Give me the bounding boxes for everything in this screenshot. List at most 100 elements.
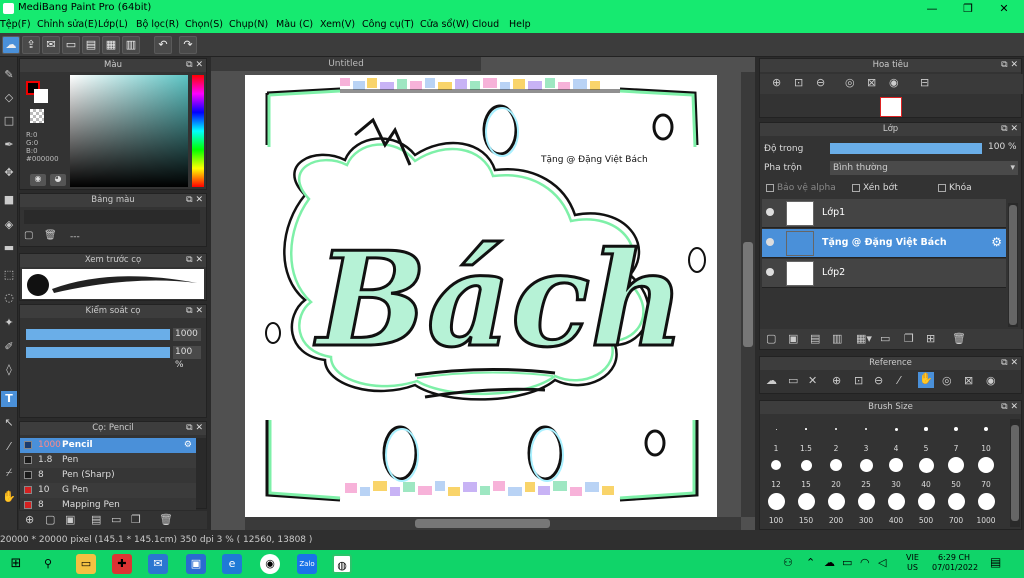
menu-edit[interactable]: Chỉnh sửa(E) xyxy=(37,19,98,30)
vertical-scroll-thumb[interactable] xyxy=(743,242,753,347)
search-icon[interactable]: ⚲ xyxy=(38,554,58,574)
menu-tools[interactable]: Công cụ(T) xyxy=(362,19,414,30)
eye-icon[interactable] xyxy=(766,268,774,276)
brush-size-option[interactable]: 7 xyxy=(942,419,970,453)
brush-size-option[interactable]: 100 xyxy=(762,491,790,525)
wand-tool-icon[interactable]: ✦ xyxy=(1,315,17,331)
transparent-swatch[interactable] xyxy=(30,109,44,123)
new-halftone-layer-icon[interactable]: ▣ xyxy=(788,332,798,345)
menu-snap[interactable]: Chụp(N) xyxy=(229,19,268,30)
zalo-icon[interactable]: Zalo xyxy=(297,554,317,574)
brush-opacity-value[interactable]: 100 % xyxy=(173,346,201,370)
select-eraser-icon[interactable]: ◊ xyxy=(1,362,17,378)
comment-icon[interactable]: ✉ xyxy=(42,36,60,54)
ref-eyedropper-icon[interactable]: ⁄ xyxy=(898,374,900,387)
menu-filter[interactable]: Bộ lọc(R) xyxy=(136,19,179,30)
panel-close-icon[interactable]: ⧉ ✕ xyxy=(186,305,203,318)
undo-icon[interactable]: ↶ xyxy=(154,36,172,54)
rect-tool-icon[interactable]: □ xyxy=(1,113,17,129)
ref-rotate-right-icon[interactable]: ◉ xyxy=(986,374,996,387)
panel-close-icon[interactable]: ⧉ ✕ xyxy=(186,254,203,267)
delete-palette-icon[interactable]: 🗑 xyxy=(44,230,58,244)
brush-folder-icon[interactable]: ▭ xyxy=(111,513,121,526)
brush-list-item[interactable]: 8 Pen (Sharp) xyxy=(20,468,196,483)
volume-icon[interactable]: ◁ xyxy=(878,556,886,569)
layer-opacity-slider[interactable] xyxy=(830,143,982,154)
ref-zoom-in-icon[interactable]: ⊕ xyxy=(832,374,841,387)
ref-zoom-out-icon[interactable]: ⊖ xyxy=(874,374,883,387)
mail-icon[interactable]: ✉ xyxy=(148,554,168,574)
select-tool-icon[interactable]: ⬚ xyxy=(1,267,17,283)
panels-icon[interactable]: ▥ xyxy=(122,36,140,54)
panel-close-icon[interactable]: ⧉ ✕ xyxy=(186,422,203,435)
windows-start-icon[interactable]: ⊞ xyxy=(6,554,26,574)
brush-size-option[interactable]: 12 xyxy=(762,455,790,489)
menu-window[interactable]: Cửa sổ(W) xyxy=(420,19,469,30)
language-indicator[interactable]: VIE US xyxy=(906,553,919,573)
navigator-thumbnail[interactable] xyxy=(880,97,902,117)
menu-select[interactable]: Chọn(S) xyxy=(185,19,223,30)
brush-list-item[interactable]: 1000Pencil ⚙ xyxy=(20,438,196,453)
text-tool-icon[interactable]: T xyxy=(1,391,17,407)
panel-close-icon[interactable]: ⧉ ✕ xyxy=(1001,401,1018,414)
close-ref-icon[interactable]: ✕ xyxy=(808,374,817,387)
brush-size-option[interactable]: 15 xyxy=(792,455,820,489)
eyedropper-tool-icon[interactable]: ⁄ xyxy=(1,439,17,455)
brush-size-value[interactable]: 1000 xyxy=(173,328,201,341)
color-picker-area[interactable] xyxy=(70,75,188,187)
brush-size-option[interactable]: 400 xyxy=(882,491,910,525)
medibang-icon[interactable]: ◍ xyxy=(332,554,352,574)
minimize-button[interactable]: — xyxy=(914,0,950,17)
horizontal-scroll-thumb[interactable] xyxy=(415,519,550,528)
move-tool-icon[interactable]: ✥ xyxy=(1,165,17,181)
hand-tool-icon[interactable]: ✋ xyxy=(1,489,17,505)
layer-folder-icon[interactable]: ▭ xyxy=(880,332,890,345)
brush-size-option[interactable]: 4 xyxy=(882,419,910,453)
new-1bit-layer-icon[interactable]: ▥ xyxy=(832,332,842,345)
operation-tool-icon[interactable]: ↖ xyxy=(1,415,17,431)
brush-list-scrollbar[interactable] xyxy=(196,438,206,508)
brush-size-option[interactable]: 1.5 xyxy=(792,419,820,453)
brush-size-option[interactable]: 200 xyxy=(822,491,850,525)
brush-size-option[interactable]: 40 xyxy=(912,455,940,489)
add-brush-icon[interactable]: ⊕ xyxy=(25,513,34,526)
ref-fit-icon[interactable]: ⊡ xyxy=(854,374,863,387)
brush-delete-icon[interactable]: 🗑 xyxy=(159,513,173,526)
layer-row[interactable]: Lớp1 xyxy=(762,199,1006,228)
layer-row[interactable]: Tặng @ Đặng Việt Bách ⚙ xyxy=(762,229,1006,258)
cloud-tray-icon[interactable]: ☁ xyxy=(824,556,835,569)
store-icon[interactable]: ▣ xyxy=(186,554,206,574)
brush-size-option[interactable]: 50 xyxy=(942,455,970,489)
menu-layer[interactable]: Lớp(L) xyxy=(98,19,128,30)
dropper2-tool-icon[interactable]: ⌿ xyxy=(1,465,17,481)
brush-size-option[interactable]: 500 xyxy=(912,491,940,525)
eye-icon[interactable] xyxy=(766,238,774,246)
chrome-icon[interactable]: ◉ xyxy=(260,554,280,574)
blend-mode-select[interactable]: Bình thường ▾ xyxy=(830,161,1018,175)
brush-size-slider[interactable] xyxy=(26,329,170,340)
hue-slider[interactable] xyxy=(192,75,204,187)
new-layer-icon[interactable]: ▢ xyxy=(766,332,776,345)
duplicate-layer-icon[interactable]: ❐ xyxy=(904,332,914,345)
flip-icon[interactable]: ⊠ xyxy=(867,76,876,89)
fill-rect-icon[interactable]: ■ xyxy=(1,192,17,208)
canvas-horizontal-scrollbar[interactable] xyxy=(245,517,741,530)
brush-size-option[interactable]: 10 xyxy=(972,419,1000,453)
file-explorer-icon[interactable]: ▭ xyxy=(76,554,96,574)
panel-close-icon[interactable]: ⧉ ✕ xyxy=(186,194,203,207)
rotate-right-icon[interactable]: ◉ xyxy=(889,76,899,89)
zoom-in-icon[interactable]: ⊕ xyxy=(772,76,781,89)
pen-tool-icon[interactable]: ✒ xyxy=(1,137,17,153)
ref-flip-icon[interactable]: ⊠ xyxy=(964,374,973,387)
layer-row[interactable]: Lớp2 xyxy=(762,259,1006,288)
brush-size-option[interactable]: 5 xyxy=(912,419,940,453)
brush-size-option[interactable]: 25 xyxy=(852,455,880,489)
maximize-button[interactable]: ❐ xyxy=(950,0,986,17)
canvas-vertical-scrollbar[interactable] xyxy=(741,72,755,517)
brush-size-option[interactable]: 150 xyxy=(792,491,820,525)
new-palette-icon[interactable]: ▢ xyxy=(24,230,38,244)
panel-close-icon[interactable]: ⧉ ✕ xyxy=(1001,59,1018,72)
cloud-icon[interactable]: ☁ xyxy=(2,36,20,54)
panel-close-icon[interactable]: ⧉ ✕ xyxy=(1001,357,1018,370)
bucket-tool-icon[interactable]: ◈ xyxy=(1,217,17,233)
